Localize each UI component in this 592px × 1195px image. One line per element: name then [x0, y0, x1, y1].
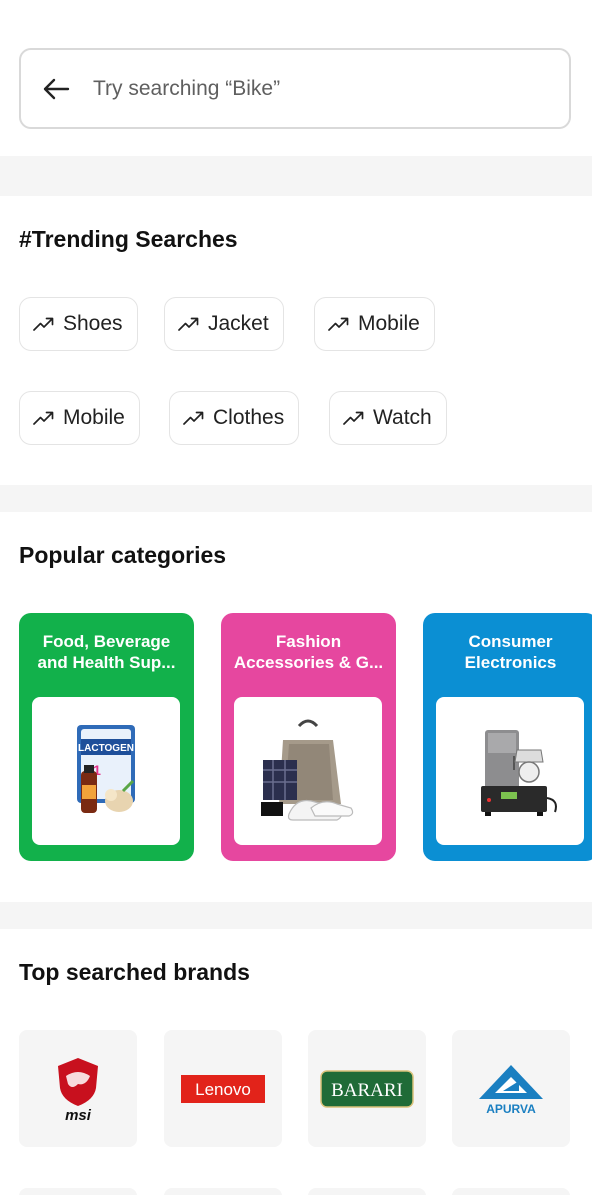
trending-chip-mobile-2[interactable]: Mobile	[19, 391, 140, 445]
chip-label: Jacket	[208, 312, 269, 335]
brand-tile-partial[interactable]	[19, 1188, 137, 1195]
back-button[interactable]	[41, 74, 71, 104]
brand-tile-partial[interactable]	[164, 1188, 282, 1195]
trending-up-icon	[343, 411, 364, 425]
chip-label: Watch	[373, 406, 432, 429]
brand-tile-partial[interactable]	[452, 1188, 570, 1195]
lactogen-product-image: LACTOGEN 1	[77, 725, 135, 813]
brand-name: BARARI	[331, 1080, 403, 1101]
chip-label: Shoes	[63, 312, 123, 335]
trending-chip-jacket[interactable]: Jacket	[164, 297, 284, 351]
section-divider	[0, 156, 592, 196]
trending-chip-shoes[interactable]: Shoes	[19, 297, 138, 351]
category-card-electronics[interactable]: Consumer Electronics	[423, 613, 592, 861]
category-label: Consumer Electronics	[464, 632, 557, 672]
categories-title: Popular categories	[19, 542, 227, 568]
trending-up-icon	[183, 411, 204, 425]
brand-name: msi	[65, 1107, 92, 1124]
fashion-product-image	[261, 719, 354, 821]
trending-chip-mobile[interactable]: Mobile	[314, 297, 435, 351]
trending-up-icon	[178, 317, 199, 331]
chip-label: Mobile	[358, 312, 420, 335]
chip-label: Clothes	[213, 406, 285, 429]
brand-tile-apurva[interactable]: APURVA	[452, 1030, 570, 1147]
msi-logo: msi	[58, 1057, 98, 1124]
brand-tile-lenovo[interactable]: Lenovo	[164, 1030, 282, 1147]
barari-logo: BARARI	[320, 1069, 414, 1108]
section-divider	[0, 902, 592, 929]
trending-title: #Trending Searches	[19, 226, 238, 252]
trending-up-icon	[328, 317, 349, 331]
section-divider	[0, 485, 592, 512]
chip-label: Mobile	[63, 406, 125, 429]
electronics-product-image	[481, 730, 557, 816]
search-input[interactable]	[93, 76, 513, 101]
category-image-electronics	[436, 697, 584, 845]
trending-up-icon	[33, 411, 54, 425]
category-card-fashion[interactable]: Fashion Accessories & G...	[221, 613, 396, 861]
apurva-logo: APURVA	[479, 1064, 543, 1116]
brand-tile-partial[interactable]	[308, 1188, 426, 1195]
brand-name: APURVA	[486, 1102, 536, 1116]
category-label: Food, Beverage and Health Sup...	[37, 632, 176, 672]
category-image-fashion	[234, 697, 382, 845]
trending-chip-watch[interactable]: Watch	[329, 391, 447, 445]
trending-up-icon	[33, 317, 54, 331]
brand-name: Lenovo	[195, 1080, 251, 1099]
brand-tile-barari[interactable]: BARARI	[308, 1030, 426, 1147]
trending-chip-clothes[interactable]: Clothes	[169, 391, 300, 445]
brands-title: Top searched brands	[19, 959, 250, 985]
category-card-food[interactable]: Food, Beverage and Health Sup... LACTOGE…	[19, 613, 194, 861]
category-image-food: LACTOGEN 1	[32, 697, 180, 845]
lenovo-logo: Lenovo	[181, 1074, 265, 1103]
category-label: Fashion Accessories & G...	[233, 632, 384, 672]
lactogen-label: LACTOGEN	[78, 743, 134, 754]
search-bar	[19, 48, 571, 129]
brand-tile-msi[interactable]: msi	[19, 1030, 137, 1147]
arrow-left-icon	[43, 78, 70, 99]
